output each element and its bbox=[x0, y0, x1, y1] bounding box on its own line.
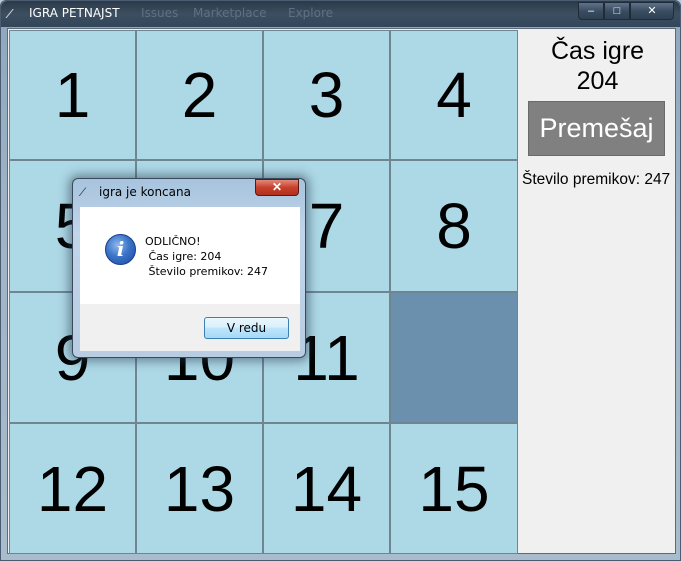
title-bar[interactable]: ⁄ IGRA PETNAJST Issues Marketplace Explo… bbox=[1, 1, 680, 27]
game-over-dialog: ⁄ igra je koncana ✕ i ODLIČNO! Čas igre:… bbox=[72, 178, 306, 358]
move-count: Število premikov: 247 bbox=[522, 171, 671, 188]
close-button[interactable]: ✕ bbox=[630, 2, 674, 20]
dialog-body: i ODLIČNO! Čas igre: 204 Število premiko… bbox=[80, 207, 300, 304]
feather-icon: ⁄ bbox=[9, 6, 12, 21]
dialog-message-title: ODLIČNO! bbox=[145, 235, 201, 248]
tile-2[interactable]: 2 bbox=[136, 30, 263, 160]
game-time-label: Čas igre bbox=[550, 37, 645, 65]
ghost-menu-explore: Explore bbox=[288, 6, 334, 20]
tile-1[interactable]: 1 bbox=[9, 30, 136, 160]
maximize-button[interactable]: □ bbox=[604, 2, 630, 20]
game-time-value: 204 bbox=[576, 67, 619, 95]
dialog-footer: V redu bbox=[80, 304, 300, 351]
window-title: IGRA PETNAJST bbox=[29, 6, 120, 20]
info-icon: i bbox=[105, 234, 136, 265]
tile-12[interactable]: 12 bbox=[9, 423, 136, 554]
tile-14[interactable]: 14 bbox=[263, 423, 390, 554]
tile-13[interactable]: 13 bbox=[136, 423, 263, 554]
dialog-message-moves: Število premikov: 247 bbox=[145, 265, 269, 278]
empty-slot bbox=[390, 292, 518, 423]
dialog-close-button[interactable]: ✕ bbox=[255, 179, 299, 196]
dialog-title: igra je koncana bbox=[99, 185, 191, 199]
ghost-menu-marketplace: Marketplace bbox=[193, 6, 267, 20]
dialog-message-time: Čas igre: 204 bbox=[145, 250, 222, 263]
shuffle-button[interactable]: Premešaj bbox=[528, 101, 665, 156]
tile-8[interactable]: 8 bbox=[390, 160, 518, 292]
feather-icon: ⁄ bbox=[82, 185, 85, 199]
tile-4[interactable]: 4 bbox=[390, 30, 518, 160]
minimize-button[interactable]: – bbox=[578, 2, 604, 20]
tile-3[interactable]: 3 bbox=[263, 30, 390, 160]
caption-buttons: – □ ✕ bbox=[578, 2, 674, 20]
side-panel: Čas igre 204 Premešaj Število premikov: … bbox=[518, 29, 677, 555]
ghost-menu-issues: Issues bbox=[141, 6, 179, 20]
tile-15[interactable]: 15 bbox=[390, 423, 518, 554]
ok-button[interactable]: V redu bbox=[204, 317, 289, 339]
